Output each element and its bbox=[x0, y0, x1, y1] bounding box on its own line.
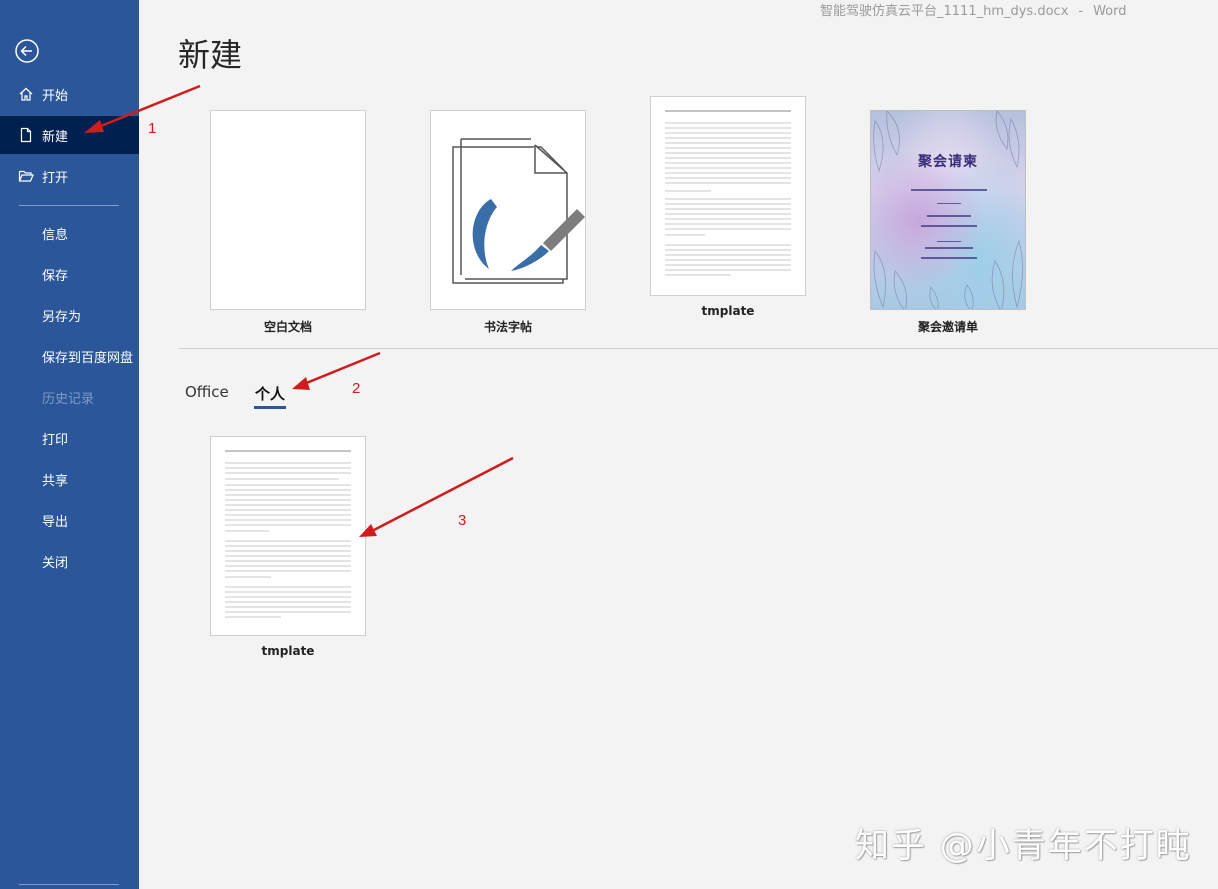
annotation-arrowhead-2 bbox=[292, 377, 310, 390]
page-title: 新建 bbox=[178, 36, 243, 74]
template-thumbnail bbox=[210, 436, 366, 636]
open-folder-icon bbox=[18, 170, 34, 182]
back-button[interactable] bbox=[14, 38, 40, 64]
calligraphy-icon bbox=[452, 138, 585, 284]
backstage-sidebar: 开始 新建 打开 信息 保存 另存为 保存到百度网盘 历史记录 打印 共享 导出… bbox=[0, 0, 139, 889]
document-preview bbox=[225, 450, 351, 618]
template-caption: 空白文档 bbox=[263, 320, 312, 334]
personal-template-tmplate[interactable]: tmplate bbox=[210, 436, 366, 666]
tab-selected-indicator bbox=[254, 406, 286, 409]
watermark: 知乎 @小青年不打盹 bbox=[855, 826, 1192, 866]
sidebar-item-save[interactable]: 保存 bbox=[0, 255, 139, 293]
sidebar-item-history: 历史记录 bbox=[0, 378, 139, 416]
template-thumbnail: 聚会请柬 bbox=[870, 110, 1026, 310]
window-title: 智能驾驶仿真云平台_1111_hm_dys.docx - Word bbox=[820, 0, 1127, 19]
invitation-title: 聚会请柬 bbox=[918, 154, 978, 170]
sidebar-divider bbox=[19, 205, 119, 206]
sidebar-item-save-to-baidu[interactable]: 保存到百度网盘 bbox=[0, 337, 139, 375]
annotation-layer bbox=[84, 84, 514, 537]
sidebar-item-label: 导出 bbox=[42, 514, 69, 530]
annotation-arrow-2 bbox=[303, 351, 381, 386]
tab-personal[interactable]: 个人 bbox=[255, 383, 285, 404]
sidebar-item-print[interactable]: 打印 bbox=[0, 419, 139, 457]
annotation-label-1: 1 bbox=[148, 120, 157, 137]
home-icon bbox=[19, 87, 33, 101]
annotation-arrow-3 bbox=[371, 456, 514, 533]
template-tmplate[interactable]: tmplate bbox=[650, 96, 806, 326]
app-name: Word bbox=[1093, 4, 1127, 19]
sidebar-item-label: 保存 bbox=[42, 268, 69, 284]
sidebar-item-label: 打开 bbox=[42, 170, 69, 186]
annotation-label-2: 2 bbox=[352, 380, 361, 397]
sidebar-item-new[interactable]: 新建 bbox=[0, 116, 139, 154]
sidebar-item-label: 共享 bbox=[42, 473, 69, 489]
sidebar-item-label: 信息 bbox=[42, 227, 69, 243]
template-party-invitation[interactable]: 聚会请柬 聚会邀请单 bbox=[870, 110, 1026, 340]
template-caption: tmplate bbox=[701, 304, 755, 318]
sidebar-item-label: 历史记录 bbox=[42, 391, 95, 407]
sidebar-item-share[interactable]: 共享 bbox=[0, 460, 139, 498]
sidebar-divider bbox=[19, 884, 119, 885]
sidebar-item-label: 关闭 bbox=[42, 555, 69, 571]
section-divider bbox=[179, 348, 1218, 349]
title-separator: - bbox=[1078, 4, 1084, 19]
annotation-label-3: 3 bbox=[458, 512, 467, 529]
template-calligraphy[interactable]: 书法字帖 bbox=[430, 110, 586, 340]
sidebar-item-export[interactable]: 导出 bbox=[0, 501, 139, 539]
template-blank-document[interactable]: 空白文档 bbox=[210, 110, 366, 340]
sidebar-item-save-as[interactable]: 另存为 bbox=[0, 296, 139, 334]
template-caption: 聚会邀请单 bbox=[917, 320, 978, 334]
new-document-icon bbox=[20, 127, 32, 143]
document-preview bbox=[665, 110, 791, 276]
file-name: 智能驾驶仿真云平台_1111_hm_dys.docx bbox=[820, 4, 1069, 19]
back-arrow-icon bbox=[15, 39, 39, 63]
sidebar-item-label: 打印 bbox=[42, 432, 69, 448]
sidebar-item-close[interactable]: 关闭 bbox=[0, 542, 139, 580]
sidebar-item-label: 新建 bbox=[42, 129, 69, 145]
template-thumbnail bbox=[430, 110, 586, 310]
template-thumbnail bbox=[210, 110, 366, 310]
sidebar-item-home[interactable]: 开始 bbox=[0, 75, 139, 113]
sidebar-item-info[interactable]: 信息 bbox=[0, 214, 139, 252]
leaf-decoration-icon bbox=[873, 111, 1023, 309]
sidebar-item-label: 另存为 bbox=[42, 309, 82, 325]
tab-office[interactable]: Office bbox=[185, 383, 229, 401]
template-caption: tmplate bbox=[261, 644, 315, 658]
sidebar-item-label: 保存到百度网盘 bbox=[42, 350, 134, 366]
sidebar-item-label: 开始 bbox=[42, 88, 69, 104]
template-thumbnail bbox=[650, 96, 806, 296]
sidebar-item-open[interactable]: 打开 bbox=[0, 157, 139, 195]
template-caption: 书法字帖 bbox=[483, 320, 532, 334]
